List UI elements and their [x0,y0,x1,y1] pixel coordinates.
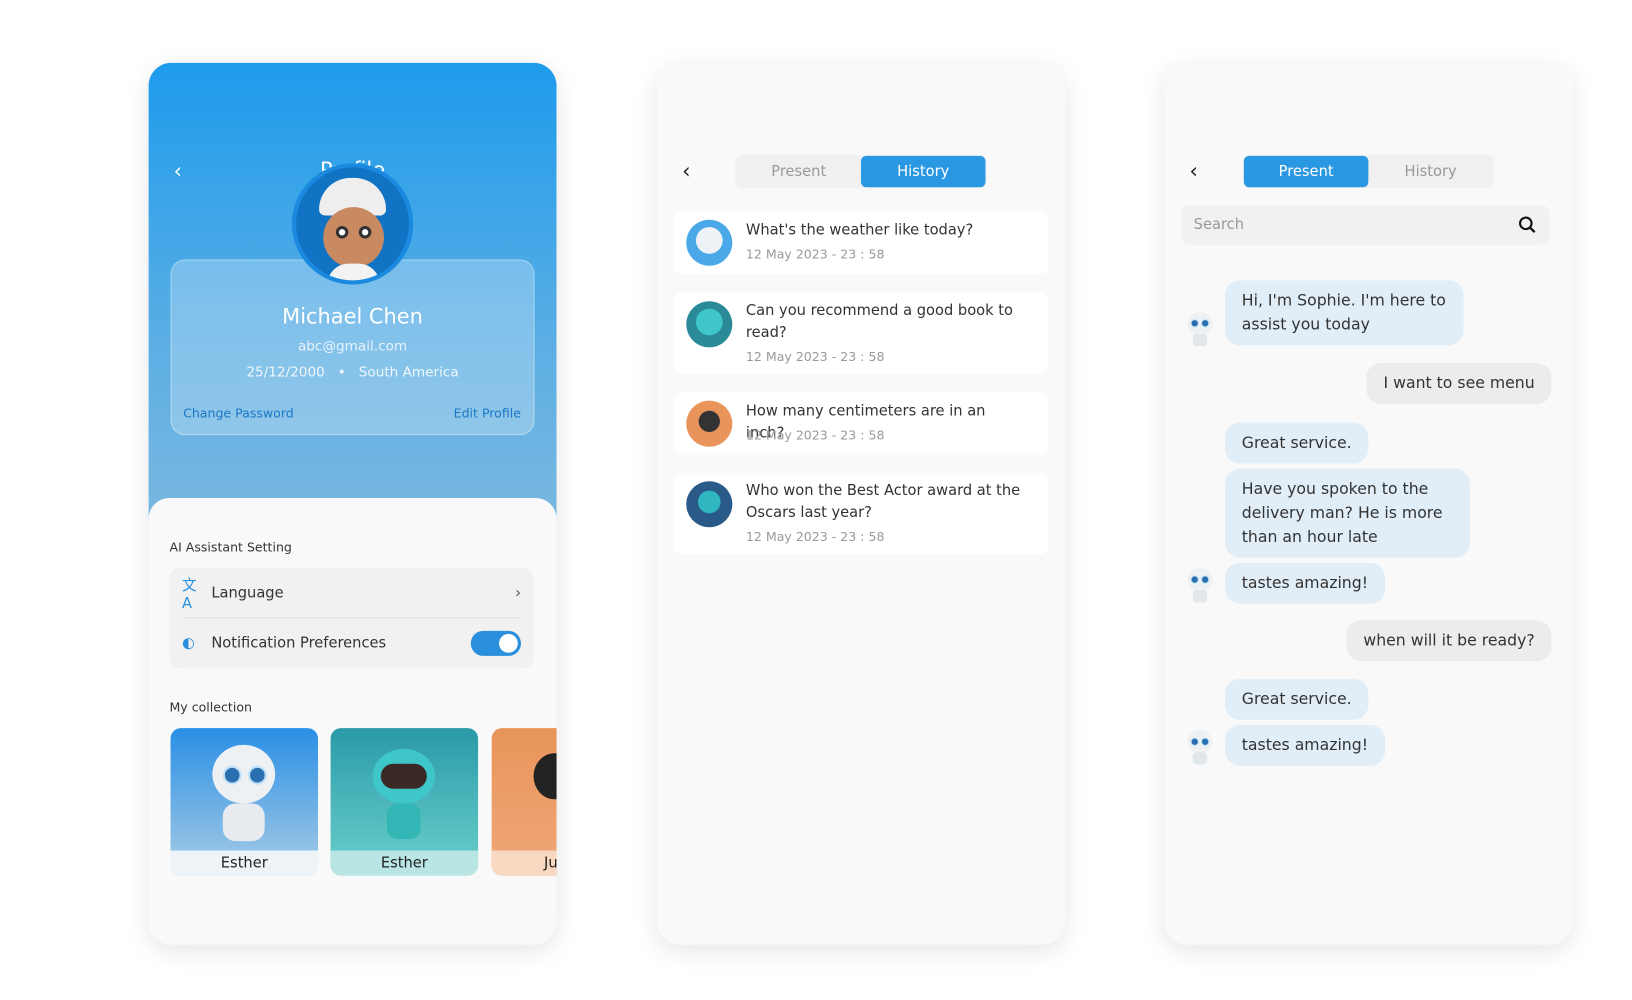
settings-list: 文A Language › ◐ Notification Preferences [169,568,534,669]
history-item[interactable]: What's the weather like today? 12 May 20… [673,211,1049,275]
edit-profile-link[interactable]: Edit Profile [454,406,521,421]
tab-present[interactable]: Present [736,156,860,187]
bot-message: Have you spoken to the delivery man? He … [1225,468,1470,558]
setting-label: Language [211,584,284,602]
history-question: Can you recommend a good book to read? [745,302,1013,342]
tab-present[interactable]: Present [1243,155,1369,188]
user-region: South America [358,365,459,381]
section-title: AI Assistant Setting [169,539,292,555]
user-name: Michael Chen [282,303,423,329]
collection-name: Ju [491,850,557,876]
profile-screen: ‹ Profile Michael Chen abc@gmail.com 25/… [148,62,557,945]
half-circle-icon: ◐ [182,635,195,652]
history-item[interactable]: Who won the Best Actor award at the Osca… [673,472,1049,555]
history-item[interactable]: Can you recommend a good book to read? 1… [673,292,1049,374]
bot-message: Great service. [1225,422,1369,464]
history-question: Who won the Best Actor award at the Osca… [745,482,1021,521]
chatlog-history-screen: ‹ Chatlog Present History What's the wea… [656,62,1065,945]
bot-avatar [686,219,733,266]
collection-item[interactable]: Esther [170,728,319,876]
history-time: 12 May 2023 - 23 : 58 [745,427,885,443]
settings-sheet: AI Assistant Setting 文A Language › ◐ Not… [148,497,557,945]
change-password-link[interactable]: Change Password [183,406,294,421]
tab-history[interactable]: History [860,155,986,188]
bot-avatar [1185,730,1214,766]
notification-setting: ◐ Notification Preferences [169,618,533,668]
collection-name: Esther [170,850,319,876]
collection-item[interactable]: Ju [491,728,557,876]
user-dob: 25/12/2000 [246,365,325,381]
bot-message: tastes amazing! [1225,724,1385,766]
chevron-right-icon: › [515,584,521,602]
chatlog-present-screen: ‹ Chatlog Present History Hi, I'm Sophie… [1164,62,1573,945]
bot-avatar [686,400,733,447]
bot-avatar [686,301,733,348]
user-meta: 25/12/2000 • South America [246,365,459,381]
bot-message: Great service. [1225,678,1369,720]
history-question: What's the weather like today? [745,221,974,239]
user-message: I want to see menu [1366,363,1552,404]
history-time: 12 May 2023 - 23 : 58 [745,529,885,544]
user-message: when will it be ready? [1346,620,1552,662]
tab-history[interactable]: History [1368,156,1492,187]
notification-toggle[interactable] [470,630,521,656]
bot-avatar [1185,311,1214,348]
bot-message: Hi, I'm Sophie. I'm here to assist you t… [1225,280,1464,346]
bot-avatar [686,481,733,528]
history-time: 12 May 2023 - 23 : 58 [745,349,885,365]
avatar [291,163,414,285]
bot-avatar [1185,568,1214,604]
search-bar [1181,205,1550,245]
tab-switcher: Present History [1242,154,1494,189]
language-setting[interactable]: 文A Language › [169,568,533,618]
history-item[interactable]: How many centimeters are in an inch? 12 … [673,392,1049,456]
setting-label: Notification Preferences [211,635,387,652]
user-email: abc@gmail.com [297,338,408,355]
search-input[interactable] [1193,216,1518,234]
section-title: My collection [169,699,252,715]
translate-icon: 文A [182,577,197,612]
collection-name: Esther [330,850,479,876]
bot-message: tastes amazing! [1225,562,1385,604]
search-icon[interactable] [1518,216,1537,235]
collection-item[interactable]: Esther [330,728,479,876]
history-time: 12 May 2023 - 23 : 58 [745,246,885,262]
tab-switcher: Present History [735,154,987,189]
